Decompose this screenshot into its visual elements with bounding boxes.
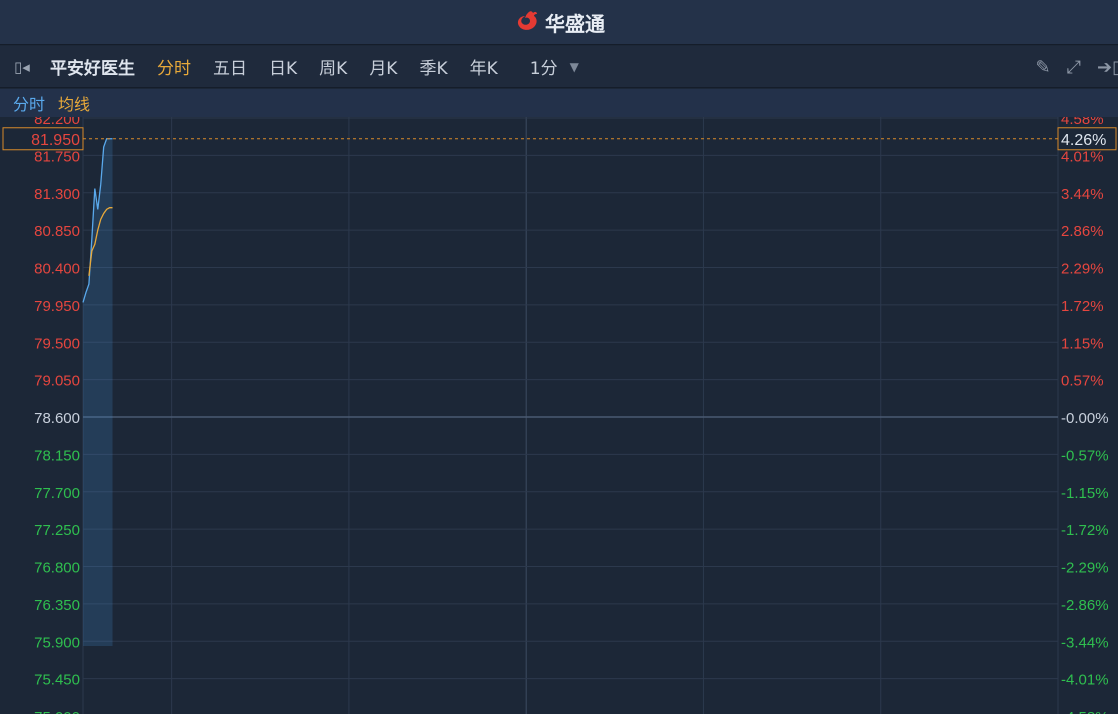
series-legend: 分时 均线 bbox=[0, 89, 1118, 117]
price-tick-label: 81.750 bbox=[34, 148, 80, 165]
title-bar: 华盛通 bbox=[0, 0, 1118, 45]
pct-tick-label: -0.57% bbox=[1061, 447, 1109, 464]
price-tick-label: 79.500 bbox=[34, 335, 80, 352]
pct-tick-label: 4.58% bbox=[1061, 117, 1104, 128]
pct-tick-label: 4.01% bbox=[1061, 148, 1104, 165]
pct-tick-label: 1.72% bbox=[1061, 298, 1104, 315]
current-pct-label: 4.26% bbox=[1061, 132, 1106, 149]
chart-toolbar: ▯◂ 平安好医生 分时 五日 日K 周K 月K 季K 年K 1分 ▼ ✎ ⤢ ➔… bbox=[0, 46, 1118, 88]
price-tick-label: 80.400 bbox=[34, 261, 80, 278]
price-tick-label: 79.050 bbox=[34, 373, 80, 390]
pct-tick-label: -4.01% bbox=[1061, 672, 1109, 689]
interval-select[interactable]: 1分 bbox=[530, 54, 558, 79]
legend-avg: 均线 bbox=[58, 95, 91, 114]
pct-tick-label: -3.44% bbox=[1061, 634, 1109, 651]
price-tick-label: 75.000 bbox=[34, 709, 80, 714]
price-tick-label: 81.300 bbox=[34, 186, 80, 203]
brand-flame-icon bbox=[517, 11, 537, 30]
expand-panel-icon[interactable]: ➔▯ bbox=[1097, 57, 1118, 78]
brand-name: 华盛通 bbox=[545, 11, 605, 36]
price-tick-label: 79.950 bbox=[34, 298, 80, 315]
pct-tick-label: -2.86% bbox=[1061, 597, 1109, 614]
price-tick-label: 76.350 bbox=[34, 597, 80, 614]
tab-intraday[interactable]: 分时 bbox=[157, 54, 191, 79]
pct-tick-label: 2.29% bbox=[1061, 261, 1104, 278]
tab-daily-k[interactable]: 日K bbox=[269, 54, 297, 79]
tab-yearly-k[interactable]: 年K bbox=[470, 54, 498, 79]
tab-weekly-k[interactable]: 周K bbox=[319, 54, 347, 79]
pct-tick-label: -2.29% bbox=[1061, 560, 1109, 577]
pct-tick-label: 1.15% bbox=[1061, 335, 1104, 352]
intraday-chart[interactable]: 82.200 4.58% 81.750 4.01% 81.300 3.44% 80.850 2… bbox=[0, 117, 1118, 714]
pct-tick-label: -4.58% bbox=[1061, 709, 1109, 714]
tab-monthly-k[interactable]: 月K bbox=[369, 54, 397, 79]
pencil-icon[interactable]: ✎ bbox=[1036, 57, 1051, 78]
price-tick-label: 80.850 bbox=[34, 223, 80, 240]
fullscreen-icon[interactable]: ⤢ bbox=[1067, 57, 1081, 78]
pct-tick-label: 3.44% bbox=[1061, 186, 1104, 203]
pct-tick-label: -1.72% bbox=[1061, 522, 1109, 539]
stock-name: 平安好医生 bbox=[50, 59, 135, 79]
pct-tick-label: 0.57% bbox=[1061, 373, 1104, 390]
price-tick-label: 75.900 bbox=[34, 634, 80, 651]
tab-quarterly-k[interactable]: 季K bbox=[419, 54, 447, 79]
pct-tick-label: -0.00% bbox=[1061, 410, 1109, 427]
legend-price: 分时 bbox=[13, 95, 46, 114]
tab-five-day[interactable]: 五日 bbox=[213, 54, 247, 79]
price-area bbox=[83, 138, 113, 646]
price-tick-label: 75.450 bbox=[34, 672, 80, 689]
pct-tick-label: -1.15% bbox=[1061, 485, 1109, 502]
price-tick-label: 76.800 bbox=[34, 560, 80, 577]
pct-tick-label: 2.86% bbox=[1061, 223, 1104, 240]
current-price-label: 81.950 bbox=[31, 132, 80, 149]
price-tick-label: 77.700 bbox=[34, 485, 80, 502]
brand-logo: 华盛通 bbox=[513, 8, 605, 37]
chevron-down-icon[interactable]: ▼ bbox=[570, 60, 579, 74]
price-tick-label: 77.250 bbox=[34, 522, 80, 539]
price-tick-label: 78.600 bbox=[34, 410, 80, 427]
collapse-panel-icon[interactable]: ▯◂ bbox=[14, 58, 40, 76]
price-tick-label: 78.150 bbox=[34, 447, 80, 464]
price-tick-label: 82.200 bbox=[34, 117, 80, 128]
